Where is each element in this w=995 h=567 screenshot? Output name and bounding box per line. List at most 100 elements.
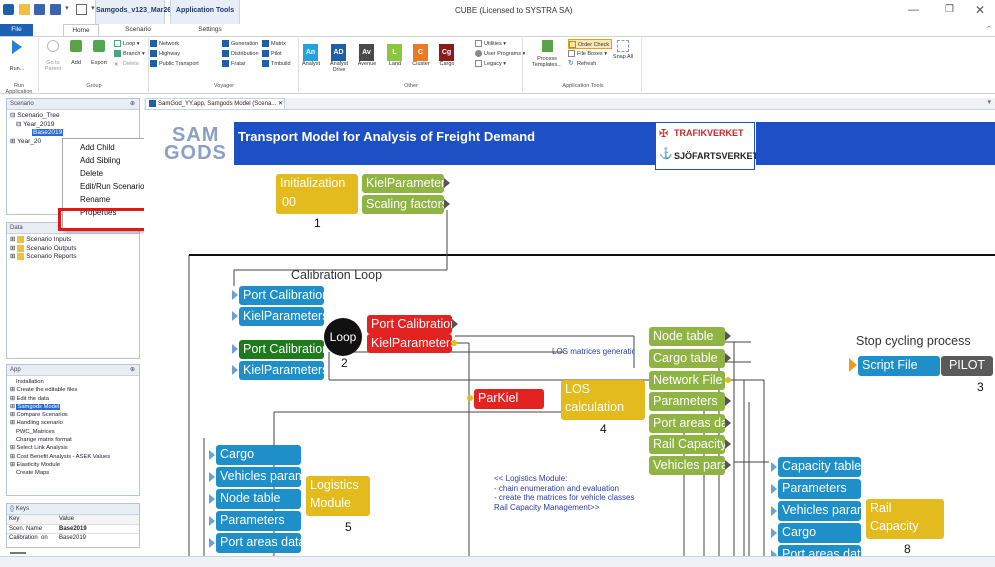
- tree-item[interactable]: Installation: [10, 378, 139, 386]
- loop-node[interactable]: Loop: [324, 318, 362, 356]
- add-button[interactable]: Add: [66, 40, 86, 66]
- cargo-rail-node[interactable]: Cargo: [778, 523, 861, 543]
- node-table-input-node[interactable]: Node table: [216, 489, 301, 509]
- tree-item-scenario-outputs[interactable]: ⊞ Scenario Outputs: [10, 244, 139, 254]
- file-boxes-button[interactable]: File Boxes ▾: [568, 49, 612, 59]
- window-icon[interactable]: [75, 4, 87, 16]
- tree-item[interactable]: ⊞ Cost Benefit Analysis - ASEK Values: [10, 453, 139, 461]
- port-calibration-node[interactable]: Port Calibration: [239, 286, 324, 305]
- rail-capacity-node[interactable]: Rail Capacity: [649, 435, 725, 454]
- utilities-button[interactable]: Utilities ▾: [475, 39, 525, 49]
- port-calibration-green-node[interactable]: Port Calibration: [239, 340, 324, 359]
- vehicles-parameters-node[interactable]: Vehicles parameters: [649, 456, 725, 475]
- pin-icon[interactable]: ⊕: [130, 365, 135, 376]
- scaling-factors-node[interactable]: Scaling factors: [362, 195, 444, 214]
- panel-scroll-grip[interactable]: [10, 552, 26, 554]
- tree-item[interactable]: ⊞ Compare Scenarios: [10, 411, 139, 419]
- capacity-table-node[interactable]: Capacity table: [778, 457, 861, 477]
- close-tab-icon[interactable]: ✕: [278, 101, 283, 107]
- close-button[interactable]: ✕: [975, 3, 985, 17]
- kiel-parameters-output-node[interactable]: KielParameters: [367, 334, 452, 353]
- branch-button[interactable]: Branch ▾: [114, 49, 145, 59]
- document-tab[interactable]: SamGod_YY.app, Samgods Model (Scena... ✕: [145, 98, 285, 110]
- tree-item-scenario-tree[interactable]: ⊟ Scenario_Tree: [10, 112, 139, 121]
- tree-item[interactable]: ⊞ Select Link Analysis: [10, 444, 139, 452]
- cluster-button[interactable]: C Cluster: [412, 44, 432, 67]
- analyst-drive-button[interactable]: AD Analyst Drive: [330, 44, 350, 73]
- network-button[interactable]: Network: [150, 39, 199, 49]
- rail-capacity-module-node[interactable]: Rail Capacity: [866, 499, 944, 539]
- port-areas-input-node[interactable]: Port areas data: [216, 533, 301, 553]
- tree-item-base2019[interactable]: Base2019: [10, 129, 139, 138]
- minimize-button[interactable]: —: [908, 4, 919, 16]
- snap-all-button[interactable]: Snap All: [612, 40, 634, 60]
- pilot-button[interactable]: Pilot: [262, 49, 291, 59]
- legacy-button[interactable]: Legacy ▾: [475, 59, 525, 69]
- tmbuild-button[interactable]: Tmbuild: [262, 59, 291, 69]
- avenue-button[interactable]: Av Avenue: [358, 44, 378, 67]
- pilot-node[interactable]: PILOT: [941, 356, 993, 376]
- tree-item[interactable]: Create Maps: [10, 469, 139, 477]
- script-file-node[interactable]: Script File: [858, 356, 940, 376]
- pin-icon[interactable]: ⊕: [130, 99, 135, 110]
- cargo-table-node[interactable]: Cargo table: [649, 349, 725, 368]
- generation-button[interactable]: Generation: [222, 39, 259, 49]
- refresh-button[interactable]: ↻ Refresh: [568, 59, 612, 69]
- node-table-node[interactable]: Node table: [649, 327, 725, 346]
- kiel-parameters-blue-node[interactable]: KielParameters: [239, 361, 324, 380]
- user-programs-button[interactable]: User Programs ▾: [475, 49, 525, 59]
- save-all-icon[interactable]: [49, 4, 61, 16]
- fratar-button[interactable]: Fratar: [222, 59, 259, 69]
- tree-item[interactable]: ⊞ Handling scenario: [10, 419, 139, 427]
- loop-button[interactable]: Loop ▾: [114, 39, 145, 49]
- network-file-node[interactable]: Network File: [649, 371, 725, 390]
- port-calibration-output-node[interactable]: Port Calibration: [367, 315, 452, 334]
- vehicles-parameters-input-node[interactable]: Vehicles parameters: [216, 467, 301, 487]
- process-templates-button[interactable]: Process Templates...: [527, 40, 567, 68]
- tab-home[interactable]: Home: [63, 24, 99, 36]
- tree-item[interactable]: Change matrix format: [10, 436, 139, 444]
- los-calculation-node[interactable]: LOS calculation: [561, 380, 645, 420]
- initialization-node[interactable]: Initialization 00: [276, 174, 358, 214]
- parameters-rail-node[interactable]: Parameters: [778, 479, 861, 499]
- maximize-button[interactable]: ❐: [945, 4, 954, 15]
- delete-button[interactable]: ✕ Delete: [114, 59, 145, 69]
- tree-item-scenario-inputs[interactable]: ⊞ Scenario Inputs: [10, 236, 139, 245]
- cargo-button[interactable]: Cg Cargo: [439, 44, 458, 67]
- matrix-button[interactable]: Matrix: [262, 39, 291, 49]
- tree-item[interactable]: ⊞ Create the editable files: [10, 386, 139, 394]
- parkiel-node[interactable]: ParKiel: [474, 389, 544, 409]
- distribution-button[interactable]: Distribution: [222, 49, 259, 59]
- port-areas-node[interactable]: Port areas data: [649, 414, 725, 433]
- tree-item[interactable]: ⊞ Edit the data: [10, 395, 139, 403]
- tab-scenario[interactable]: Scenario: [120, 24, 156, 36]
- go-to-parent-button[interactable]: Go to Parent: [42, 40, 64, 72]
- tree-item-year-2019[interactable]: ⊟ Year_2019: [10, 121, 139, 130]
- folder-icon[interactable]: [18, 4, 30, 16]
- dropdown-icon[interactable]: ▾: [65, 4, 71, 15]
- vehicles-parameters-rail-node[interactable]: Vehicles parameters: [778, 501, 861, 521]
- tree-item[interactable]: PWC_Matrices: [10, 428, 139, 436]
- tree-item-samgods-model[interactable]: ⊞ Samgods Model: [10, 403, 139, 411]
- tree-item[interactable]: ⊞ Elasticity Module: [10, 461, 139, 469]
- tree-item-scenario-reports[interactable]: ⊞ Scenario Reports: [10, 253, 139, 262]
- table-row[interactable]: Calibration_on Base2019: [7, 534, 139, 539]
- ribbon-collapse-icon[interactable]: ⌃: [986, 25, 992, 33]
- save-icon[interactable]: [34, 4, 46, 16]
- parameters-node[interactable]: Parameters: [649, 392, 725, 411]
- land-button[interactable]: L Land: [387, 44, 406, 67]
- logistics-module-node[interactable]: Logistics Module: [306, 476, 370, 516]
- cargo-input-node[interactable]: Cargo: [216, 445, 301, 465]
- public-transport-button[interactable]: Public Transport: [150, 59, 199, 69]
- parameters-input-node[interactable]: Parameters: [216, 511, 301, 531]
- highway-button[interactable]: Highway: [150, 49, 199, 59]
- table-row[interactable]: Scen. Name Base2019: [7, 525, 139, 534]
- tab-list-icon[interactable]: ▾: [987, 98, 991, 106]
- analyst-button[interactable]: An Analyst: [302, 44, 322, 67]
- tab-settings[interactable]: Settings: [190, 24, 230, 36]
- export-button[interactable]: Export: [88, 40, 110, 66]
- tab-file[interactable]: File: [0, 24, 33, 36]
- kiel-parameters-node[interactable]: KielParameters: [362, 174, 444, 193]
- run-button[interactable]: Run...: [4, 40, 30, 72]
- kiel-parameters-input-node[interactable]: KielParameters: [239, 307, 324, 326]
